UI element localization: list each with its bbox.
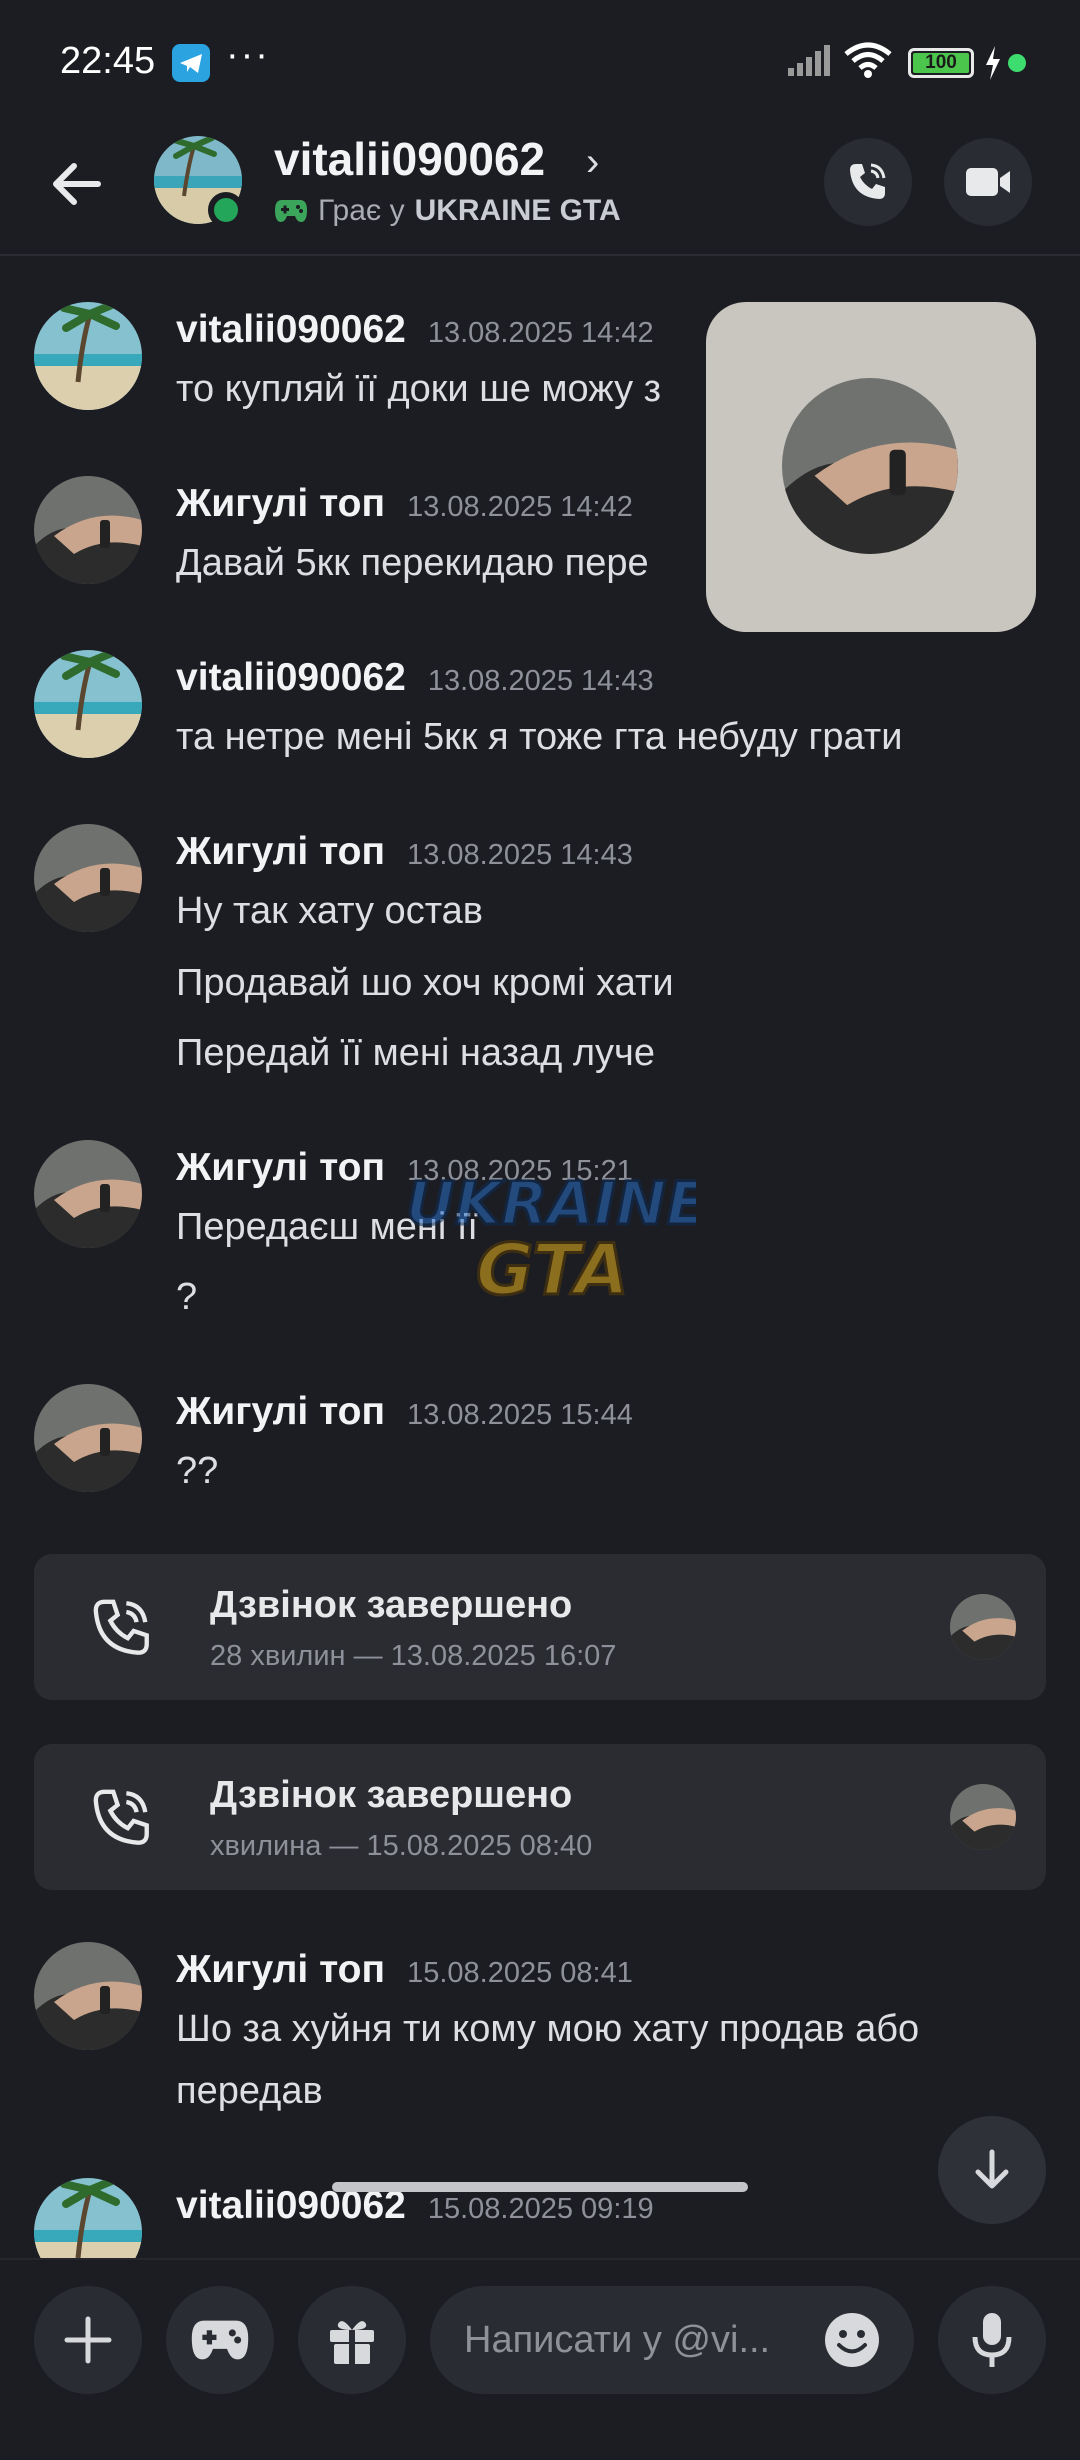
message-author[interactable]: Жигулі топ bbox=[176, 830, 385, 874]
avatar[interactable] bbox=[34, 650, 142, 758]
message-author[interactable]: vitalii090062 bbox=[176, 308, 406, 352]
activity-game: UKRAINE GTA bbox=[414, 194, 621, 227]
wifi-icon bbox=[843, 42, 893, 83]
message-author[interactable]: vitalii090062 bbox=[176, 656, 406, 700]
message-text: Давай 5кк перекидаю пере bbox=[176, 542, 649, 584]
telegram-icon bbox=[172, 44, 210, 82]
video-camera-icon bbox=[966, 168, 1010, 196]
message-header: Жигулі топ 15.08.2025 08:41 bbox=[176, 1948, 633, 1992]
emoji-icon[interactable] bbox=[822, 2310, 882, 2375]
message-timestamp: 13.08.2025 14:42 bbox=[407, 491, 633, 523]
message-text: ?? bbox=[176, 1450, 219, 1492]
ukraine-gta-watermark: UKRAINE GTA bbox=[396, 1160, 709, 1315]
message-text: Шо за хуйня ти кому мою хату продав або bbox=[176, 2008, 920, 2050]
plus-icon bbox=[64, 2316, 112, 2364]
message-header: vitalii090062 13.08.2025 14:43 bbox=[176, 656, 654, 700]
home-indicator[interactable] bbox=[332, 2182, 748, 2192]
message-text: передав bbox=[176, 2070, 323, 2112]
message-header: Жигулі топ 13.08.2025 14:42 bbox=[176, 482, 633, 526]
battery-icon: 100 bbox=[908, 48, 974, 78]
message-header: Жигулі топ 13.08.2025 14:43 bbox=[176, 830, 633, 874]
message-text: то купляй її доки ше можу з bbox=[176, 368, 662, 410]
phone-icon bbox=[90, 1596, 154, 1665]
avatar bbox=[782, 378, 958, 554]
chat-header: vitalii090062 › Грає у UKRAINE GTA bbox=[0, 120, 1080, 256]
avatar bbox=[950, 1784, 1016, 1850]
avatar[interactable] bbox=[34, 824, 142, 932]
more-notifications-icon: ··· bbox=[226, 34, 270, 76]
message-author[interactable]: Жигулі топ bbox=[176, 1948, 385, 1992]
gamepad-icon bbox=[274, 198, 308, 224]
charging-icon bbox=[984, 46, 1002, 85]
video-call-button[interactable] bbox=[944, 138, 1032, 226]
back-arrow-icon[interactable] bbox=[46, 154, 106, 219]
avatar[interactable] bbox=[34, 1942, 142, 2050]
message-timestamp: 13.08.2025 14:43 bbox=[407, 839, 633, 871]
jump-to-bottom-button[interactable] bbox=[938, 2116, 1046, 2224]
message-timestamp: 13.08.2025 14:42 bbox=[427, 317, 654, 349]
contact-name[interactable]: vitalii090062 bbox=[274, 132, 545, 186]
message-timestamp: 13.08.2025 14:43 bbox=[427, 665, 654, 697]
online-status-dot bbox=[208, 192, 244, 228]
chevron-right-icon[interactable]: › bbox=[586, 140, 599, 185]
message-input[interactable] bbox=[464, 2286, 804, 2394]
voice-message-button[interactable] bbox=[938, 2286, 1046, 2394]
message-author[interactable]: Жигулі топ bbox=[176, 482, 385, 526]
call-ended-card[interactable]: Дзвінок завершено 28 хвилин — 13.08.2025… bbox=[34, 1554, 1046, 1700]
battery-level: 100 bbox=[913, 52, 969, 73]
status-time: 22:45 bbox=[60, 40, 156, 82]
message-text: та нетре мені 5кк я тоже гта небуду грат… bbox=[176, 716, 903, 758]
status-bar: 22:45 ··· 100 bbox=[0, 0, 1080, 120]
voice-call-button[interactable] bbox=[824, 138, 912, 226]
message-text: Передай її мені назад луче bbox=[176, 1032, 655, 1074]
message-author[interactable]: Жигулі топ bbox=[176, 1390, 385, 1434]
message-timestamp: 15.08.2025 09:19 bbox=[427, 2193, 654, 2225]
avatar[interactable] bbox=[34, 302, 142, 410]
gift-button[interactable] bbox=[298, 2286, 406, 2394]
message-timestamp: 13.08.2025 15:44 bbox=[407, 1399, 633, 1431]
activity-prefix: Грає у bbox=[318, 194, 405, 227]
message-text: Продавай шо хоч кромі хати bbox=[176, 962, 674, 1004]
privacy-indicator-dot bbox=[1008, 54, 1026, 72]
message-header: Жигулі топ 13.08.2025 15:44 bbox=[176, 1390, 633, 1434]
avatar[interactable] bbox=[34, 476, 142, 584]
message-text: ? bbox=[176, 1276, 198, 1318]
microphone-icon bbox=[972, 2313, 1012, 2367]
call-subtitle: 28 хвилин — 13.08.2025 16:07 bbox=[210, 1640, 617, 1672]
activities-button[interactable] bbox=[166, 2286, 274, 2394]
call-ended-card[interactable]: Дзвінок завершено хвилина — 15.08.2025 0… bbox=[34, 1744, 1046, 1890]
phone-icon bbox=[90, 1786, 154, 1855]
activity-status: Грає у UKRAINE GTA bbox=[274, 194, 621, 228]
call-title: Дзвінок завершено bbox=[210, 1774, 573, 1816]
call-pip-overlay[interactable] bbox=[706, 302, 1036, 632]
avatar bbox=[950, 1594, 1016, 1660]
signal-icon bbox=[786, 44, 834, 81]
watermark-line-2: GTA bbox=[476, 1229, 629, 1310]
message-timestamp: 15.08.2025 08:41 bbox=[407, 1957, 633, 1989]
avatar[interactable] bbox=[34, 1140, 142, 1248]
arrow-down-icon bbox=[975, 2149, 1009, 2189]
gamepad-icon bbox=[191, 2320, 249, 2360]
composer-bar bbox=[0, 2258, 1080, 2460]
call-subtitle: хвилина — 15.08.2025 08:40 bbox=[210, 1830, 593, 1862]
add-attachment-button[interactable] bbox=[34, 2286, 142, 2394]
message-text: Ну так хату остав bbox=[176, 890, 483, 932]
phone-icon bbox=[850, 163, 886, 199]
call-title: Дзвінок завершено bbox=[210, 1584, 573, 1626]
gift-icon bbox=[330, 2321, 374, 2364]
message-input-container bbox=[430, 2286, 914, 2394]
avatar[interactable] bbox=[34, 1384, 142, 1492]
message-header: vitalii090062 13.08.2025 14:42 bbox=[176, 308, 654, 352]
avatar[interactable] bbox=[34, 2178, 142, 2258]
message-author[interactable]: Жигулі топ bbox=[176, 1146, 385, 1190]
